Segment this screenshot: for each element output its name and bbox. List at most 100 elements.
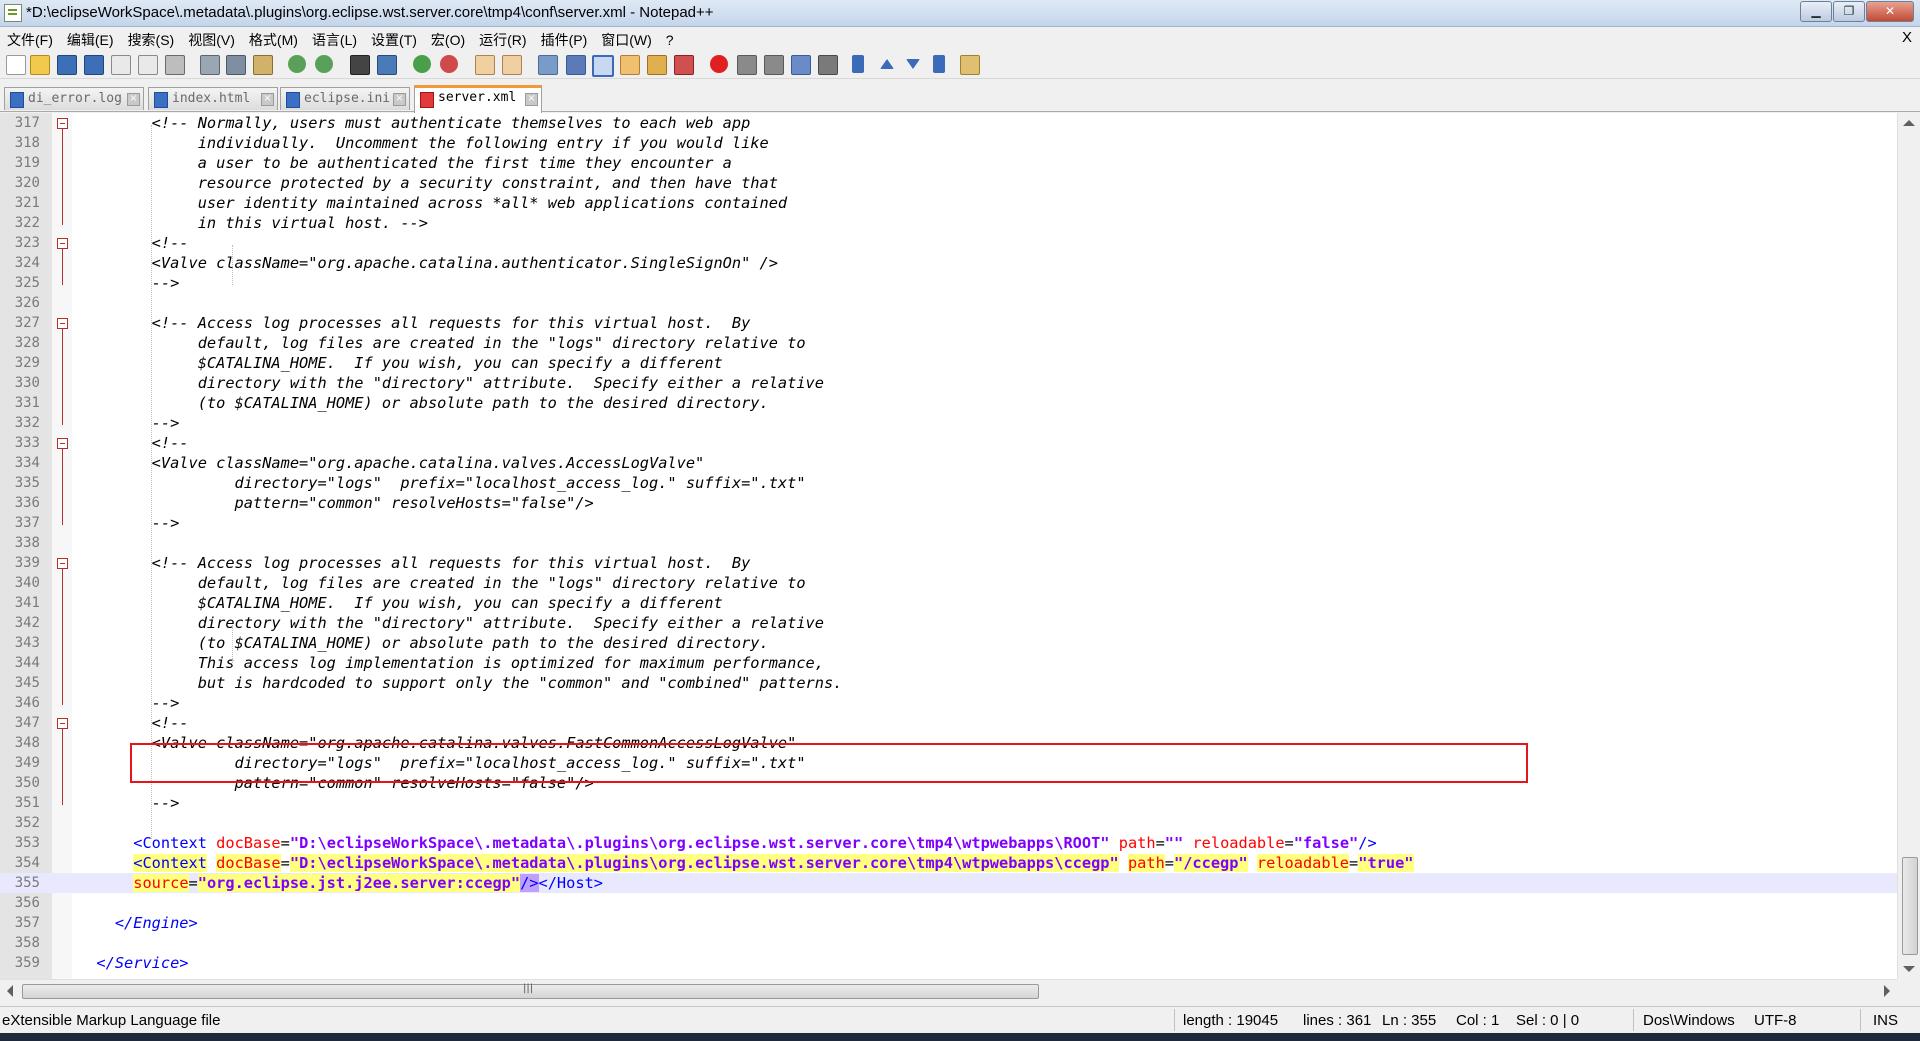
stop-macro-icon[interactable] [737, 55, 757, 75]
code-line[interactable]: 345 but is hardcoded to support only the… [0, 673, 1897, 693]
fold-toggle-icon[interactable] [57, 238, 68, 249]
menu-window[interactable]: 窗口(W) [594, 27, 659, 50]
horizontal-scroll-thumb[interactable]: ||| [22, 983, 1039, 999]
new-file-icon[interactable] [6, 55, 26, 75]
function-list-icon[interactable] [674, 55, 694, 75]
fold-toggle-icon[interactable] [57, 558, 68, 569]
replace-icon[interactable] [377, 55, 397, 75]
fold-toggle-icon[interactable] [57, 118, 68, 129]
plugin-icon[interactable] [960, 55, 980, 75]
code-line[interactable]: 323 <!-- [0, 233, 1897, 253]
code-line[interactable]: 352 [0, 813, 1897, 833]
status-encoding[interactable]: UTF-8 [1754, 1012, 1797, 1029]
find-icon[interactable] [350, 55, 370, 75]
tab-di-error-log[interactable]: di_error.log × [4, 87, 144, 110]
save-icon[interactable] [57, 55, 77, 75]
tab-close-icon[interactable]: × [261, 93, 274, 106]
language-icon[interactable] [620, 55, 640, 75]
code-line[interactable]: 343 (to $CATALINA_HOME) or absolute path… [0, 633, 1897, 653]
editor-area[interactable]: 317 <!-- Normally, users must authentica… [0, 113, 1897, 979]
play-macro-icon[interactable] [764, 55, 784, 75]
scroll-up-arrow-icon[interactable] [1903, 120, 1915, 126]
code-line[interactable]: 351 --> [0, 793, 1897, 813]
sort-icon[interactable] [852, 55, 864, 73]
undo-icon[interactable] [288, 55, 306, 73]
vertical-scrollbar[interactable] [1897, 113, 1920, 979]
menu-search[interactable]: 搜索(S) [121, 27, 182, 50]
tab-close-icon[interactable]: × [525, 93, 538, 106]
code-line[interactable]: 337 --> [0, 513, 1897, 533]
maximize-button[interactable]: ❐ [1833, 1, 1865, 22]
redo-icon[interactable] [315, 55, 333, 73]
code-line[interactable]: 358 [0, 933, 1897, 953]
fold-toggle-icon[interactable] [57, 718, 68, 729]
code-line[interactable]: 354 <Context docBase="D:\eclipseWorkSpac… [0, 853, 1897, 873]
code-line[interactable]: 336 pattern="common" resolveHosts="false… [0, 493, 1897, 513]
menu-help[interactable]: ? [659, 29, 681, 48]
move-down-icon[interactable] [906, 59, 920, 69]
code-line[interactable]: 333 <!-- [0, 433, 1897, 453]
code-line[interactable]: 331 (to $CATALINA_HOME) or absolute path… [0, 393, 1897, 413]
sort-desc-icon[interactable] [933, 55, 945, 73]
print-icon[interactable] [165, 55, 185, 75]
menu-format[interactable]: 格式(M) [242, 27, 305, 50]
code-line[interactable]: 340 default, log files are created in th… [0, 573, 1897, 593]
tab-server-xml[interactable]: server.xml × [414, 85, 542, 113]
code-line[interactable]: 355 source="org.eclipse.jst.j2ee.server:… [0, 873, 1897, 893]
save-all-icon[interactable] [84, 55, 104, 75]
vertical-scroll-thumb[interactable] [1902, 857, 1918, 955]
scroll-right-arrow-icon[interactable] [1884, 985, 1890, 997]
menu-edit[interactable]: 编辑(E) [60, 27, 121, 50]
open-file-icon[interactable] [30, 55, 50, 75]
close-all-icon[interactable] [138, 55, 158, 75]
scroll-left-arrow-icon[interactable] [7, 985, 13, 997]
menu-plugins[interactable]: 插件(P) [534, 27, 595, 50]
status-insert-mode[interactable]: INS [1873, 1012, 1898, 1029]
move-up-icon[interactable] [880, 59, 894, 69]
horizontal-scrollbar[interactable]: ||| [0, 979, 1897, 1002]
sync-horizontal-icon[interactable] [502, 55, 522, 75]
zoom-in-icon[interactable] [413, 55, 431, 73]
tab-close-icon[interactable]: × [127, 93, 140, 106]
code-line[interactable]: 330 directory with the "directory" attri… [0, 373, 1897, 393]
code-line[interactable]: 329 $CATALINA_HOME. If you wish, you can… [0, 353, 1897, 373]
code-line[interactable]: 326 [0, 293, 1897, 313]
code-line[interactable]: 357 </Engine> [0, 913, 1897, 933]
code-line[interactable]: 335 directory="logs" prefix="localhost_a… [0, 473, 1897, 493]
code-line[interactable]: 318 individually. Uncomment the followin… [0, 133, 1897, 153]
menu-settings[interactable]: 设置(T) [364, 27, 424, 50]
cut-icon[interactable] [200, 55, 220, 75]
code-line[interactable]: 359 </Service> [0, 953, 1897, 973]
code-line[interactable]: 325 --> [0, 273, 1897, 293]
zoom-out-icon[interactable] [440, 55, 458, 73]
code-line[interactable]: 319 a user to be authenticated the first… [0, 153, 1897, 173]
code-line[interactable]: 328 default, log files are created in th… [0, 333, 1897, 353]
run-macro-multiple-icon[interactable] [791, 55, 811, 75]
tab-eclipse-ini[interactable]: eclipse.ini × [280, 87, 410, 110]
close-document-button[interactable]: X [1902, 29, 1912, 46]
menu-language[interactable]: 语言(L) [305, 27, 364, 50]
show-all-chars-icon[interactable] [566, 55, 586, 75]
code-line[interactable]: 327 <!-- Access log processes all reques… [0, 313, 1897, 333]
menu-view[interactable]: 视图(V) [181, 27, 242, 50]
fold-toggle-icon[interactable] [57, 318, 68, 329]
code-line[interactable]: 356 [0, 893, 1897, 913]
code-line[interactable]: 334 <Valve className="org.apache.catalin… [0, 453, 1897, 473]
code-line[interactable]: 320 resource protected by a security con… [0, 173, 1897, 193]
word-wrap-icon[interactable] [538, 55, 558, 75]
tab-index-html[interactable]: index.html × [148, 87, 278, 110]
tab-close-icon[interactable]: × [393, 93, 406, 106]
doc-map-icon[interactable] [647, 55, 667, 75]
menu-macro[interactable]: 宏(O) [424, 27, 472, 50]
copy-icon[interactable] [226, 55, 246, 75]
status-eol-format[interactable]: Dos\Windows [1643, 1012, 1735, 1029]
code-line[interactable]: 317 <!-- Normally, users must authentica… [0, 113, 1897, 133]
indent-guide-icon[interactable] [592, 55, 614, 77]
code-line[interactable]: 347 <!-- [0, 713, 1897, 733]
close-file-icon[interactable] [111, 55, 131, 75]
record-macro-icon[interactable] [710, 55, 728, 73]
code-line[interactable]: 322 in this virtual host. --> [0, 213, 1897, 233]
fold-toggle-icon[interactable] [57, 438, 68, 449]
sync-vertical-icon[interactable] [475, 55, 495, 75]
paste-icon[interactable] [253, 55, 273, 75]
